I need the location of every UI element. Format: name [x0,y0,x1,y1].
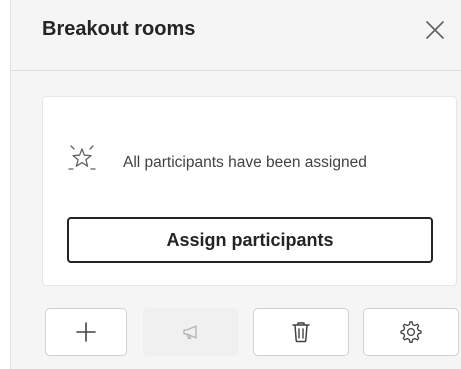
panel-title: Breakout rooms [42,18,196,40]
room-settings-button[interactable] [363,308,459,356]
breakout-rooms-panel: Breakout rooms All participants have bee… [10,0,461,369]
settings-gear-icon [400,321,422,343]
close-icon [426,21,444,39]
assignment-status-text: All participants have been assigned [123,154,367,171]
assign-participants-button[interactable]: Assign participants [67,217,433,263]
assignment-card: All participants have been assigned Assi… [42,96,457,286]
announcement-button[interactable] [143,308,239,356]
delete-room-button[interactable] [253,308,349,356]
sparkle-stars-icon [68,145,96,170]
close-button[interactable] [423,18,447,42]
delete-trash-icon [292,322,310,343]
add-icon [76,322,96,342]
panel-header: Breakout rooms [11,0,461,71]
add-room-button[interactable] [45,308,127,356]
announcement-megaphone-icon [183,325,197,340]
